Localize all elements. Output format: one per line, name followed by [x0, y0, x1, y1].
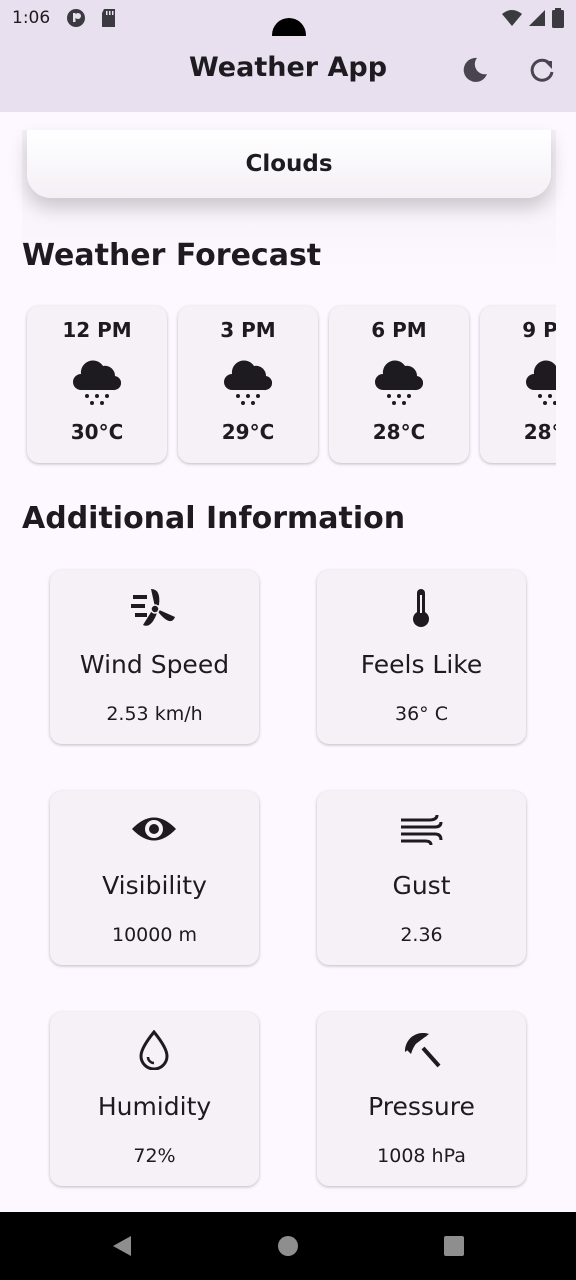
- app-notification-icon: [66, 8, 86, 28]
- forecast-temp: 28°C: [523, 420, 556, 444]
- info-card-humidity: Humidity 72%: [50, 1012, 259, 1186]
- forecast-card: 9 PM 28°C: [480, 306, 556, 463]
- info-card-feels-like: Feels Like 36° C: [317, 570, 526, 744]
- info-value: 10000 m: [112, 924, 197, 946]
- info-value: 36° C: [395, 703, 448, 725]
- forecast-title: Weather Forecast: [22, 238, 322, 273]
- recents-button[interactable]: [440, 1232, 468, 1260]
- home-icon: [278, 1236, 298, 1256]
- info-label: Humidity: [97, 1092, 212, 1121]
- wind-gust-icon: [397, 807, 445, 851]
- status-time: 1:06: [12, 8, 51, 28]
- forecast-card: 3 PM 29°C: [178, 306, 318, 463]
- info-card-wind-speed: Wind Speed 2.53 km/h: [50, 570, 259, 744]
- refresh-button[interactable]: [526, 56, 558, 88]
- forecast-card: 6 PM 28°C: [329, 306, 469, 463]
- forecast-temp: 30°C: [70, 420, 124, 444]
- signal-icon: [528, 9, 546, 32]
- home-button[interactable]: [274, 1232, 302, 1260]
- dark-mode-icon: [461, 56, 489, 88]
- snow-cloud-icon: [73, 356, 122, 408]
- water-drop-icon: [130, 1028, 178, 1072]
- snow-cloud-icon: [526, 356, 556, 408]
- eye-icon: [130, 807, 178, 851]
- info-card-gust: Gust 2.36: [317, 791, 526, 965]
- battery-icon: [552, 8, 564, 33]
- umbrella-icon: [397, 1028, 445, 1072]
- forecast-time: 3 PM: [220, 318, 276, 342]
- info-label: Gust: [392, 871, 451, 900]
- info-value: 1008 hPa: [377, 1145, 466, 1167]
- current-condition: Clouds: [245, 151, 333, 177]
- forecast-card: 12 PM 30°C: [27, 306, 167, 463]
- forecast-strip[interactable]: 12 PM 30°C 3 PM 29°C 6 PM 28°C 9 PM 28°C: [22, 300, 556, 470]
- wind-turbine-icon: [130, 586, 178, 630]
- thermometer-icon: [397, 586, 445, 630]
- refresh-icon: [529, 57, 555, 87]
- wifi-icon: [502, 9, 522, 32]
- info-label: Visibility: [102, 871, 207, 900]
- forecast-time: 9 PM: [522, 318, 556, 342]
- forecast-temp: 28°C: [372, 420, 426, 444]
- additional-title: Additional Information: [22, 501, 406, 536]
- forecast-temp: 29°C: [221, 420, 275, 444]
- info-label: Feels Like: [360, 650, 483, 679]
- sd-card-icon: [100, 8, 120, 28]
- snow-cloud-icon: [224, 356, 273, 408]
- recents-icon: [444, 1236, 464, 1256]
- forecast-time: 6 PM: [371, 318, 427, 342]
- current-weather-card: Clouds: [27, 130, 551, 198]
- info-card-pressure: Pressure 1008 hPa: [317, 1012, 526, 1186]
- info-label: Pressure: [368, 1092, 475, 1121]
- snow-cloud-icon: [375, 356, 424, 408]
- back-icon: [113, 1236, 131, 1256]
- info-value: 72%: [133, 1145, 176, 1167]
- info-card-visibility: Visibility 10000 m: [50, 791, 259, 965]
- back-button[interactable]: [108, 1232, 136, 1260]
- app-bar: Weather App: [0, 36, 576, 112]
- info-value: 2.53 km/h: [106, 703, 203, 725]
- forecast-time: 12 PM: [62, 318, 132, 342]
- info-label: Wind Speed: [79, 650, 230, 679]
- system-nav-bar: [0, 1212, 576, 1280]
- info-value: 2.36: [400, 924, 443, 946]
- dark-mode-button[interactable]: [459, 56, 491, 88]
